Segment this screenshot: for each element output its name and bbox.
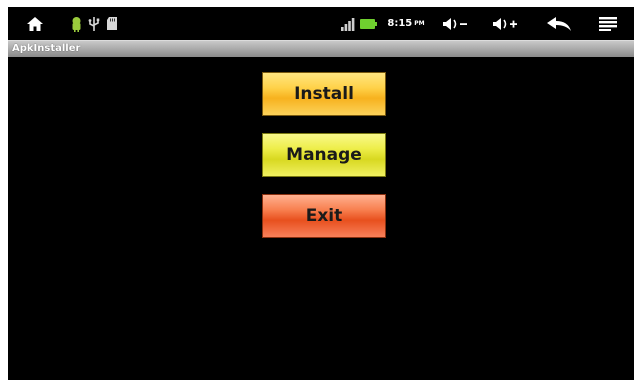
app-title-bar: ApkInstaller [8,40,634,57]
usb-icon [86,7,102,40]
volume-down-icon[interactable] [440,7,472,40]
battery-icon [358,7,378,40]
main-content: Install Manage Exit [8,57,634,380]
sd-card-icon [104,7,120,40]
exit-button[interactable]: Exit [262,194,386,238]
volume-up-icon[interactable] [490,7,522,40]
home-icon[interactable] [22,7,48,40]
back-icon[interactable] [544,7,574,40]
app-title: ApkInstaller [12,43,81,54]
wifi-signal-icon [340,7,356,40]
manage-button[interactable]: Manage [262,133,386,177]
device-screen: 8:15 PM ApkInstaller Install Manage Exit [8,7,634,380]
status-bar: 8:15 PM [8,7,634,40]
clock-time: 8:15 PM [387,18,425,29]
menu-icon[interactable] [596,7,620,40]
install-button[interactable]: Install [262,72,386,116]
android-icon [68,7,84,40]
